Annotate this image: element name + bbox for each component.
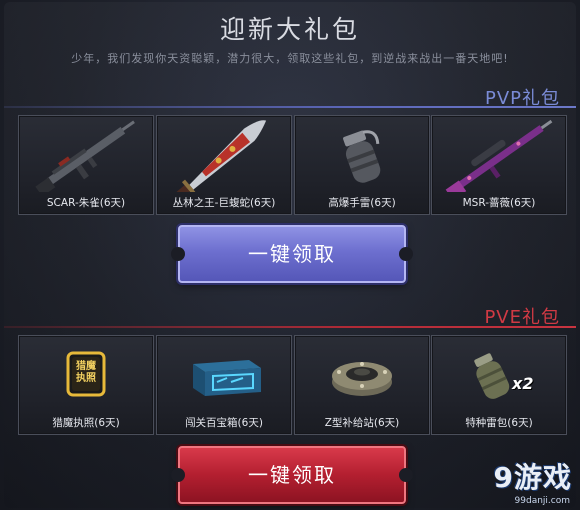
license-badge-icon: 猎魔执照 xyxy=(19,336,153,412)
item-label: SCAR-朱雀(6天) xyxy=(46,197,126,209)
machete-icon xyxy=(157,116,291,192)
watermark-brand: 9游戏 xyxy=(493,461,572,494)
pvp-item-scar[interactable]: SCAR-朱雀(6天) xyxy=(18,115,154,215)
item-label: Z型补给站(6天) xyxy=(324,417,400,429)
claim-pvp-button[interactable]: 一键领取 xyxy=(171,225,413,283)
supply-station-icon xyxy=(295,336,429,412)
sniper-rifle-icon xyxy=(432,116,566,192)
treasure-box-icon xyxy=(157,336,291,412)
page-subtitle: 少年，我们发现你天资聪颖，潜力很大，领取这些礼包，到逆战来战出一番天地吧! xyxy=(71,52,509,65)
item-label: 丛林之王-巨蝮蛇(6天) xyxy=(172,197,276,209)
pve-item-treasure-box[interactable]: 闯关百宝箱(6天) xyxy=(156,335,292,435)
button-notch xyxy=(399,247,413,261)
claim-pvp-button-label: 一键领取 xyxy=(248,242,336,266)
button-notch xyxy=(399,468,413,482)
grenade-icon xyxy=(295,116,429,192)
item-label: 高爆手雷(6天) xyxy=(328,197,396,209)
pvp-item-machete[interactable]: 丛林之王-巨蝮蛇(6天) xyxy=(156,115,292,215)
pve-item-mine-pack[interactable]: x2 特种雷包(6天) xyxy=(431,335,567,435)
item-label: 特种雷包(6天) xyxy=(465,417,533,429)
pvp-item-grenade[interactable]: 高爆手雷(6天) xyxy=(294,115,430,215)
page-title: 迎新大礼包 xyxy=(219,15,360,44)
multiplier-badge: x2 xyxy=(512,374,534,393)
button-notch xyxy=(171,247,185,261)
pve-item-license[interactable]: 猎魔执照 猎魔执照(6天) xyxy=(18,335,154,435)
mine-pack-icon: x2 xyxy=(432,336,566,412)
item-label: 闯关百宝箱(6天) xyxy=(185,417,263,429)
pve-divider xyxy=(4,326,576,328)
site-watermark: 9游戏 99danji.com xyxy=(452,454,572,506)
claim-pve-button-label: 一键领取 xyxy=(248,463,336,487)
pvp-item-msr[interactable]: MSR-蔷薇(6天) xyxy=(431,115,567,215)
assault-rifle-icon xyxy=(19,116,153,192)
watermark-url: 99danji.com xyxy=(514,496,570,506)
button-notch xyxy=(171,468,185,482)
item-label: MSR-蔷薇(6天) xyxy=(462,197,536,209)
claim-pve-button[interactable]: 一键领取 xyxy=(171,446,413,504)
license-badge-text: 猎魔执照 xyxy=(76,361,96,384)
item-label: 猎魔执照(6天) xyxy=(52,417,120,429)
pve-item-supply-station[interactable]: Z型补给站(6天) xyxy=(294,335,430,435)
pvp-divider xyxy=(4,106,576,108)
